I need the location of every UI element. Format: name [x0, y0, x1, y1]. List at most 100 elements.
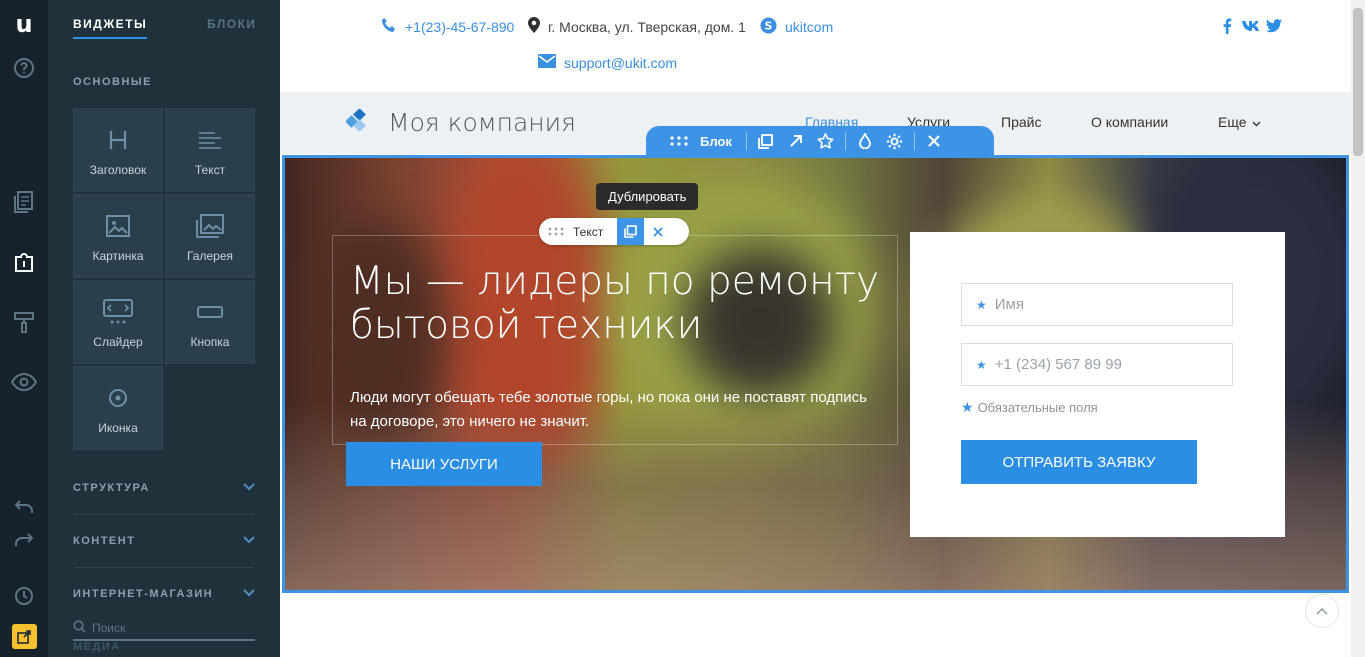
- divider: [745, 132, 747, 150]
- duplicate-widget-icon[interactable]: [617, 218, 645, 245]
- name-placeholder: Имя: [994, 296, 1024, 313]
- widget-label: Слайдер: [93, 335, 143, 349]
- twitter-icon[interactable]: [1264, 16, 1284, 36]
- section-label: КОНТЕНТ: [73, 535, 136, 547]
- section-label: СТРУКТУРА: [73, 482, 150, 494]
- search-icon: [73, 619, 86, 636]
- preview-eye-icon[interactable]: [0, 362, 48, 402]
- hero-block[interactable]: Дублировать Текст Мы — лидеры по ремонту…: [282, 155, 1349, 593]
- widget-text[interactable]: Текст: [165, 108, 255, 192]
- widget-gallery[interactable]: Галерея: [165, 194, 255, 278]
- tab-widgets[interactable]: ВИДЖЕТЫ: [73, 17, 148, 39]
- settings-gear-icon[interactable]: [880, 126, 910, 156]
- ukit-logo[interactable]: u: [0, 6, 48, 42]
- help-icon[interactable]: [0, 48, 48, 88]
- phone-text: +1(23)-45-67-890: [405, 18, 515, 35]
- nav-about[interactable]: О компании: [1091, 114, 1168, 130]
- email-text: support@ukit.com: [564, 54, 678, 71]
- widget-icon[interactable]: Иконка: [73, 366, 163, 450]
- contact-address: г. Москва, ул. Тверская, дом. 1: [528, 17, 746, 36]
- widget-heading[interactable]: Заголовок: [73, 108, 163, 192]
- company-name[interactable]: Моя компания: [388, 108, 576, 137]
- widget-label: Заголовок: [89, 163, 147, 177]
- design-brush-icon[interactable]: [0, 302, 48, 342]
- nav-prices[interactable]: Прайс: [1001, 114, 1041, 130]
- page-scrollbar[interactable]: [1351, 0, 1365, 657]
- widget-image[interactable]: Картинка: [73, 194, 163, 278]
- section-shop[interactable]: ИНТЕРНЕТ-МАГАЗИН: [73, 584, 255, 604]
- widget-label: Картинка: [92, 249, 144, 263]
- required-note: ★ Обязательные поля: [961, 399, 1098, 416]
- vk-icon[interactable]: [1240, 16, 1262, 36]
- section-label: ИНТЕРНЕТ-МАГАЗИН: [73, 588, 214, 600]
- site-topbar: +1(23)-45-67-890 г. Москва, ул. Тверская…: [280, 0, 1351, 92]
- text-widget-toolbar-label: Текст: [573, 224, 604, 239]
- duplicate-block-icon[interactable]: [751, 126, 781, 156]
- skype-text: ukitcom: [785, 19, 834, 35]
- widget-search-input[interactable]: Поиск: [73, 616, 255, 641]
- drag-handle-icon[interactable]: [539, 218, 573, 245]
- widget-label: Текст: [194, 163, 226, 177]
- nav-more[interactable]: Еще: [1218, 114, 1261, 130]
- text-icon: [198, 125, 222, 155]
- phone-icon: [381, 17, 397, 36]
- block-toolbar-label: Блок: [700, 133, 732, 149]
- divider: [73, 567, 255, 568]
- required-star-icon: ★: [961, 399, 974, 415]
- scrollbar-thumb[interactable]: [1353, 8, 1363, 156]
- name-field[interactable]: ★ Имя: [961, 283, 1233, 326]
- address-text: г. Москва, ул. Тверская, дом. 1: [548, 18, 746, 35]
- chevron-down-icon: [243, 535, 255, 547]
- widgets-icon[interactable]: [0, 242, 48, 282]
- facebook-icon[interactable]: [1217, 16, 1237, 36]
- hero-title[interactable]: Мы — лидеры по ремонту бытовой техники: [350, 260, 910, 348]
- required-note-text: Обязательные поля: [977, 400, 1098, 415]
- color-drop-icon[interactable]: [850, 126, 880, 156]
- section-structure[interactable]: СТРУКТУРА: [73, 478, 255, 498]
- widget-label: Кнопка: [190, 335, 230, 349]
- move-block-icon[interactable]: [781, 126, 811, 156]
- favorite-star-icon[interactable]: [811, 126, 841, 156]
- redo-icon[interactable]: [0, 520, 48, 560]
- widget-button[interactable]: Кнопка: [165, 280, 255, 364]
- block-toolbar: Блок: [646, 126, 994, 156]
- divider: [844, 132, 846, 150]
- gallery-icon: [196, 211, 224, 241]
- section-media[interactable]: МЕДИА: [73, 641, 121, 653]
- widget-slider[interactable]: Слайдер: [73, 280, 163, 364]
- button-icon: [197, 297, 223, 327]
- contact-skype[interactable]: S ukitcom: [760, 17, 833, 37]
- chevron-down-icon: [243, 588, 255, 600]
- hero-subtitle[interactable]: Люди могут обещать тебе золотые горы, но…: [350, 386, 870, 434]
- search-placeholder: Поиск: [92, 620, 126, 635]
- section-content[interactable]: КОНТЕНТ: [73, 531, 255, 551]
- chevron-up-icon: [1316, 602, 1328, 620]
- skype-icon: S: [760, 17, 777, 37]
- drag-handle-icon[interactable]: [664, 126, 694, 156]
- pages-icon[interactable]: [0, 182, 48, 222]
- close-block-icon[interactable]: [919, 126, 949, 156]
- chevron-down-icon: [1252, 114, 1261, 130]
- history-icon[interactable]: [0, 576, 48, 616]
- widget-label: Галерея: [186, 249, 234, 263]
- heading-icon: [108, 125, 128, 155]
- icon-widget-icon: [107, 383, 129, 413]
- widget-label: Иконка: [98, 421, 138, 435]
- contact-phone[interactable]: +1(23)-45-67-890: [381, 17, 514, 36]
- submit-request-button[interactable]: ОТПРАВИТЬ ЗАЯВКУ: [961, 440, 1197, 484]
- slider-icon: [103, 297, 133, 327]
- tab-blocks[interactable]: БЛОКИ: [207, 17, 257, 31]
- scroll-to-top-button[interactable]: [1305, 594, 1339, 628]
- close-widget-icon[interactable]: [644, 218, 671, 245]
- request-form: ★ Имя ★ +1 (234) 567 89 99 ★ Обязательны…: [910, 232, 1285, 537]
- phone-placeholder: +1 (234) 567 89 99: [994, 356, 1122, 373]
- required-star-icon: ★: [976, 357, 987, 372]
- contact-email[interactable]: support@ukit.com: [538, 54, 677, 71]
- map-pin-icon: [528, 17, 540, 36]
- editor-rail: u: [0, 0, 48, 657]
- publish-icon[interactable]: [12, 624, 37, 649]
- services-button[interactable]: НАШИ УСЛУГИ: [346, 442, 542, 486]
- phone-field[interactable]: ★ +1 (234) 567 89 99: [961, 343, 1233, 386]
- required-star-icon: ★: [976, 297, 987, 312]
- mail-icon: [538, 54, 556, 71]
